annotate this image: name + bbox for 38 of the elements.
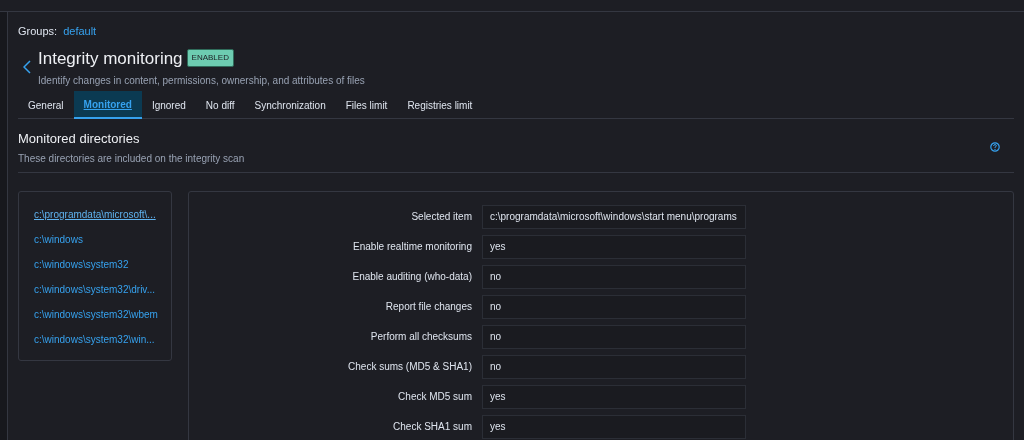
tab[interactable]: Registries limit xyxy=(397,91,483,119)
tab[interactable]: Synchronization xyxy=(244,91,336,119)
directory-link[interactable]: c:\windows\system32 xyxy=(34,256,129,272)
tab[interactable]: Ignored xyxy=(141,91,196,119)
field-label: Check SHA1 sum xyxy=(392,420,473,434)
section-subtitle: These directories are included on the integrity scan xyxy=(18,151,245,166)
field-label: Selected item xyxy=(410,210,473,224)
groups-label: Groups: xyxy=(18,24,58,39)
read-only-field: yes xyxy=(482,384,746,409)
group-link[interactable]: default xyxy=(63,23,97,40)
read-only-field: c:\programdata\microsoft\windows\start menu\programs xyxy=(482,204,746,229)
page-title: Integrity monitoring xyxy=(38,47,183,70)
section-title: Monitored directories xyxy=(18,130,141,148)
read-only-field: no xyxy=(482,264,746,289)
field-label: Perform all checksums xyxy=(369,330,473,344)
read-only-field: yes xyxy=(482,414,746,439)
field-label: Enable realtime monitoring xyxy=(352,240,473,254)
field-label: Report file changes xyxy=(384,300,473,314)
directory-link[interactable]: c:\windows xyxy=(34,231,83,247)
field-label: Check MD5 sum xyxy=(397,390,473,404)
tab[interactable]: No diff xyxy=(195,91,245,119)
field-label: Enable auditing (who-data) xyxy=(351,270,473,284)
read-only-field: no xyxy=(482,354,746,379)
read-only-field: no xyxy=(482,294,746,319)
field-label: Check sums (MD5 & SHA1) xyxy=(347,360,473,374)
help-icon[interactable] xyxy=(990,142,1000,153)
directory-link[interactable]: c:\windows\system32\win... xyxy=(34,331,155,347)
status-badge: ENABLED xyxy=(186,49,234,68)
tab[interactable]: Files limit xyxy=(335,91,398,119)
read-only-field: no xyxy=(482,324,746,349)
tab[interactable]: General xyxy=(18,91,74,119)
tab[interactable]: Monitored xyxy=(73,91,142,119)
directory-link[interactable]: c:\programdata\microsoft\... xyxy=(34,206,156,222)
read-only-field: yes xyxy=(482,234,746,259)
directory-link[interactable]: c:\windows\system32\driv... xyxy=(34,281,155,297)
page-subtitle: Identify changes in content, permissions, ownership, and attributes of files xyxy=(38,74,365,88)
directory-link[interactable]: c:\windows\system32\wbem xyxy=(34,306,158,322)
back-chevron-icon xyxy=(23,59,31,74)
